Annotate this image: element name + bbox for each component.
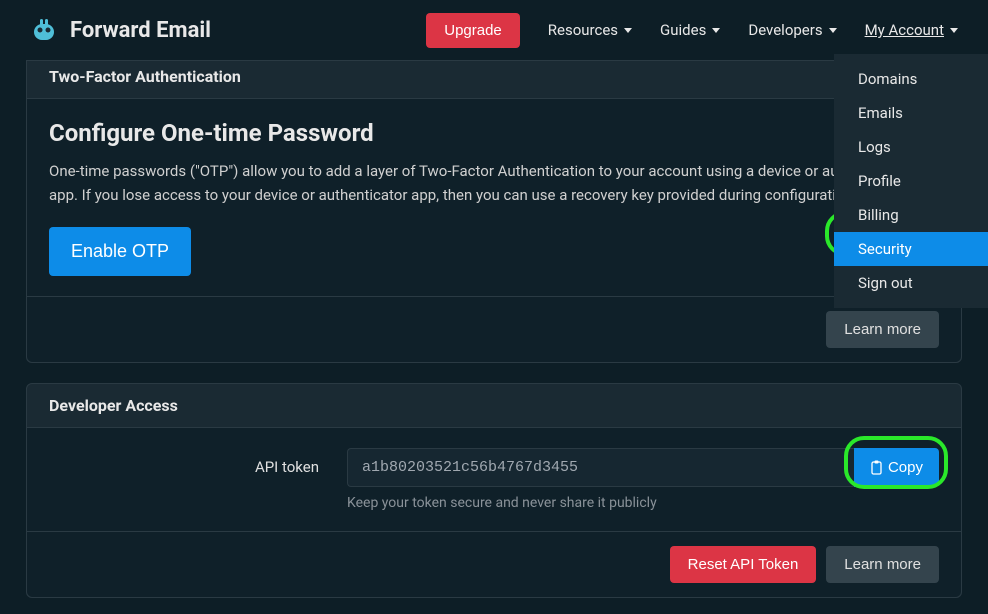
logo-icon bbox=[30, 16, 58, 44]
two-factor-panel: Two-Factor Authentication Configure One-… bbox=[26, 60, 962, 363]
nav-developers[interactable]: Developers bbox=[748, 21, 836, 39]
developer-access-footer: Reset API Token Learn more bbox=[27, 531, 961, 597]
navbar-right: Upgrade Resources Guides Developers My A… bbox=[426, 13, 958, 48]
developer-access-header: Developer Access bbox=[27, 384, 961, 428]
nav-resources-label: Resources bbox=[548, 21, 618, 39]
dropdown-item-billing[interactable]: Billing bbox=[834, 198, 988, 232]
clipboard-icon bbox=[870, 460, 883, 475]
api-token-input-group: Copy bbox=[347, 448, 939, 487]
enable-otp-button[interactable]: Enable OTP bbox=[49, 227, 191, 276]
learn-more-button-otp[interactable]: Learn more bbox=[826, 311, 939, 348]
api-token-label: API token bbox=[49, 448, 319, 476]
two-factor-body: Configure One-time Password One-time pas… bbox=[27, 99, 961, 296]
developer-access-body: API token Copy bbox=[27, 428, 961, 531]
api-token-control: Copy Keep your token secure and never sh… bbox=[347, 448, 939, 511]
upgrade-button[interactable]: Upgrade bbox=[426, 13, 520, 48]
nav-my-account[interactable]: My Account bbox=[865, 21, 958, 39]
dropdown-item-logs[interactable]: Logs bbox=[834, 130, 988, 164]
nav-my-account-label: My Account bbox=[865, 21, 944, 39]
brand-text: Forward Email bbox=[70, 18, 211, 43]
otp-description: One-time passwords ("OTP") allow you to … bbox=[49, 159, 939, 207]
otp-heading: Configure One-time Password bbox=[49, 119, 939, 147]
api-token-help: Keep your token secure and never share i… bbox=[347, 495, 939, 511]
api-token-row: API token Copy bbox=[49, 448, 939, 511]
chevron-down-icon bbox=[950, 28, 958, 33]
copy-button-label: Copy bbox=[888, 459, 923, 476]
nav-developers-label: Developers bbox=[748, 21, 822, 39]
two-factor-header: Two-Factor Authentication bbox=[27, 61, 961, 99]
nav-resources[interactable]: Resources bbox=[548, 21, 632, 39]
my-account-dropdown: Domains Emails Logs Profile Billing Secu… bbox=[834, 54, 988, 308]
developer-access-panel: Developer Access API token bbox=[26, 383, 962, 598]
api-token-input[interactable] bbox=[347, 448, 854, 487]
copy-token-button[interactable]: Copy bbox=[854, 448, 939, 487]
navbar: Forward Email Upgrade Resources Guides D… bbox=[0, 0, 988, 60]
chevron-down-icon bbox=[829, 28, 837, 33]
reset-api-token-button[interactable]: Reset API Token bbox=[670, 546, 817, 583]
two-factor-footer: Learn more bbox=[27, 296, 961, 362]
chevron-down-icon bbox=[624, 28, 632, 33]
navbar-brand[interactable]: Forward Email bbox=[30, 16, 211, 44]
dropdown-item-signout[interactable]: Sign out bbox=[834, 266, 988, 300]
nav-guides-label: Guides bbox=[660, 21, 706, 39]
nav-guides[interactable]: Guides bbox=[660, 21, 720, 39]
dropdown-item-security[interactable]: Security bbox=[834, 232, 988, 266]
learn-more-button-dev[interactable]: Learn more bbox=[826, 546, 939, 583]
dropdown-item-domains[interactable]: Domains bbox=[834, 62, 988, 96]
chevron-down-icon bbox=[712, 28, 720, 33]
dropdown-item-profile[interactable]: Profile bbox=[834, 164, 988, 198]
dropdown-item-emails[interactable]: Emails bbox=[834, 96, 988, 130]
